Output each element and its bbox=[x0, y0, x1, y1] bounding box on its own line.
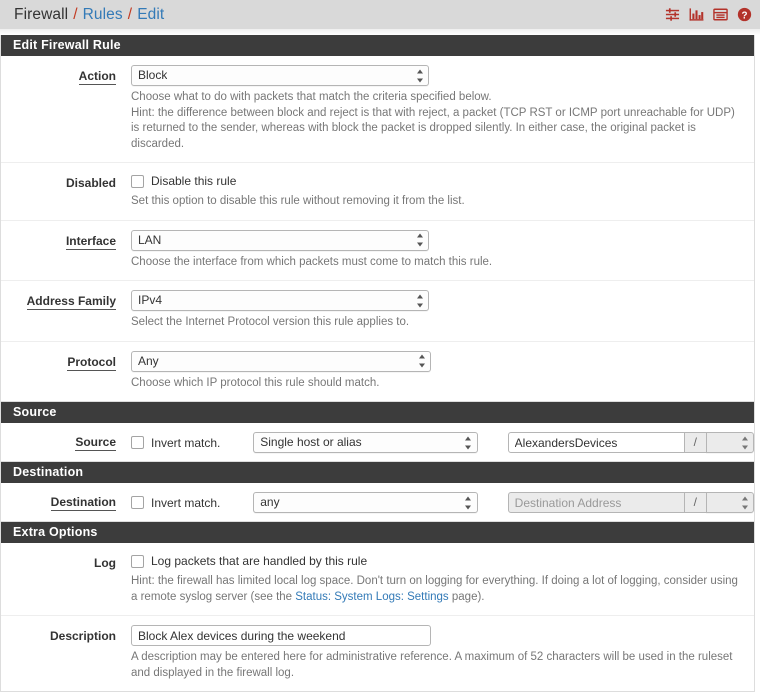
breadcrumb-item-edit[interactable]: Edit bbox=[137, 6, 164, 24]
log-packets-checkbox-row[interactable]: Log packets that are handled by this rul… bbox=[131, 552, 754, 570]
help-disabled: Set this option to disable this rule wit… bbox=[131, 195, 465, 207]
protocol-select-value: Any bbox=[138, 353, 159, 368]
help-address-family: Select the Internet Protocol version thi… bbox=[131, 316, 410, 328]
source-invert-row[interactable]: Invert match. bbox=[131, 436, 253, 450]
action-select[interactable]: Block bbox=[131, 65, 429, 86]
help-log-suffix: page). bbox=[448, 590, 485, 603]
source-address-input[interactable] bbox=[507, 432, 685, 453]
chevron-updown-icon bbox=[416, 294, 423, 307]
disable-rule-checkbox-row[interactable]: Disable this rule bbox=[131, 172, 754, 190]
table-icon[interactable] bbox=[713, 7, 728, 22]
source-type-select[interactable]: Single host or alias bbox=[253, 432, 478, 453]
form-row-interface: Interface LAN Choose the interface from … bbox=[1, 221, 754, 281]
source-mask-select[interactable] bbox=[706, 432, 754, 453]
interface-select[interactable]: LAN bbox=[131, 229, 429, 251]
chevron-updown-icon bbox=[416, 69, 423, 82]
form-row-protocol: Protocol Any Choose which IP protocol th… bbox=[1, 342, 754, 402]
label-source: Source bbox=[75, 435, 116, 451]
source-slash-separator: / bbox=[684, 432, 706, 453]
panel-extra-options: Extra Options Log Log packets that are h… bbox=[0, 522, 755, 692]
destination-slash-separator: / bbox=[684, 492, 706, 513]
description-input[interactable] bbox=[131, 625, 431, 646]
destination-type-select[interactable]: any bbox=[253, 492, 478, 513]
disable-rule-checkbox[interactable] bbox=[131, 174, 144, 188]
breadcrumb-separator: / bbox=[127, 5, 133, 23]
form-row-destination: Destination Invert match. any / bbox=[1, 483, 754, 521]
label-disabled: Disabled bbox=[65, 176, 116, 190]
help-action-line2: Hint: the difference between block and r… bbox=[131, 106, 735, 150]
form-row-action: Action Block Choose what to do with pack… bbox=[1, 56, 754, 163]
log-packets-checkbox[interactable] bbox=[131, 554, 144, 568]
help-description: A description may be entered here for ad… bbox=[131, 651, 733, 679]
help-action-line1: Choose what to do with packets that matc… bbox=[131, 91, 492, 103]
help-circle-icon[interactable]: ? bbox=[737, 7, 752, 22]
help-protocol: Choose which IP protocol this rule shoul… bbox=[131, 376, 380, 389]
destination-address-group: / bbox=[507, 492, 754, 513]
label-destination: Destination bbox=[50, 495, 116, 511]
section-title-destination: Destination bbox=[1, 462, 754, 483]
destination-mask-select[interactable] bbox=[706, 492, 754, 513]
interface-select-value: LAN bbox=[138, 232, 162, 247]
destination-type-select-value: any bbox=[260, 495, 280, 509]
label-log: Log bbox=[94, 556, 116, 570]
form-row-log: Log Log packets that are handled by this… bbox=[1, 543, 754, 616]
label-protocol: Protocol bbox=[67, 354, 116, 371]
svg-text:?: ? bbox=[741, 10, 747, 21]
log-packets-checkbox-label[interactable]: Log packets that are handled by this rul… bbox=[151, 554, 367, 568]
section-title-extra-options: Extra Options bbox=[1, 522, 754, 543]
destination-invert-row[interactable]: Invert match. bbox=[131, 496, 253, 510]
panel-source: Source Source Invert match. Single host … bbox=[0, 402, 755, 462]
label-action: Action bbox=[78, 69, 116, 85]
chevron-updown-icon bbox=[741, 496, 748, 509]
form-row-disabled: Disabled Disable this rule Set this opti… bbox=[1, 163, 754, 221]
destination-invert-checkbox[interactable] bbox=[131, 496, 144, 509]
destination-address-input[interactable] bbox=[507, 492, 685, 513]
chevron-updown-icon bbox=[465, 436, 472, 449]
panel-destination: Destination Destination Invert match. an… bbox=[0, 462, 755, 522]
label-interface: Interface bbox=[65, 233, 116, 250]
chevron-updown-icon bbox=[465, 496, 472, 509]
bar-chart-icon[interactable] bbox=[689, 7, 704, 22]
action-select-value: Block bbox=[138, 68, 168, 82]
address-family-select[interactable]: IPv4 bbox=[131, 290, 429, 311]
help-log: Hint: the firewall has limited local log… bbox=[131, 574, 746, 605]
disable-rule-checkbox-label[interactable]: Disable this rule bbox=[151, 174, 236, 188]
breadcrumb: Firewall / Rules / Edit bbox=[14, 6, 665, 24]
help-interface: Choose the interface from which packets … bbox=[131, 255, 493, 268]
source-invert-checkbox[interactable] bbox=[131, 436, 144, 449]
sliders-icon[interactable] bbox=[665, 7, 680, 22]
destination-invert-label[interactable]: Invert match. bbox=[151, 496, 220, 510]
form-row-address-family: Address Family IPv4 Select the Internet … bbox=[1, 281, 754, 342]
panel-edit-firewall-rule: Edit Firewall Rule Action Block Choose w… bbox=[0, 35, 755, 402]
section-title-edit-firewall-rule: Edit Firewall Rule bbox=[1, 35, 754, 56]
address-family-select-value: IPv4 bbox=[138, 293, 163, 307]
breadcrumb-bar: Firewall / Rules / Edit ? bbox=[0, 0, 760, 29]
section-title-source: Source bbox=[1, 402, 754, 423]
protocol-select[interactable]: Any bbox=[131, 350, 431, 372]
source-type-select-value: Single host or alias bbox=[260, 435, 362, 449]
breadcrumb-separator: / bbox=[73, 5, 78, 23]
form-row-source: Source Invert match. Single host or alia… bbox=[1, 423, 754, 461]
breadcrumb-item-firewall: Firewall bbox=[14, 5, 69, 23]
breadcrumb-item-rules[interactable]: Rules bbox=[83, 6, 123, 24]
source-invert-label[interactable]: Invert match. bbox=[151, 436, 220, 450]
chevron-updown-icon bbox=[416, 233, 423, 247]
header-icon-group: ? bbox=[665, 7, 752, 22]
label-description: Description bbox=[49, 629, 116, 643]
form-row-description: Description A description may be entered… bbox=[1, 616, 754, 691]
chevron-updown-icon bbox=[418, 354, 425, 368]
panel-body-edit-firewall-rule: Action Block Choose what to do with pack… bbox=[1, 56, 754, 401]
system-logs-settings-link[interactable]: Status: System Logs: Settings bbox=[295, 591, 448, 603]
chevron-updown-icon bbox=[741, 436, 748, 449]
source-address-group: / bbox=[507, 432, 754, 453]
label-address-family: Address Family bbox=[26, 294, 116, 310]
